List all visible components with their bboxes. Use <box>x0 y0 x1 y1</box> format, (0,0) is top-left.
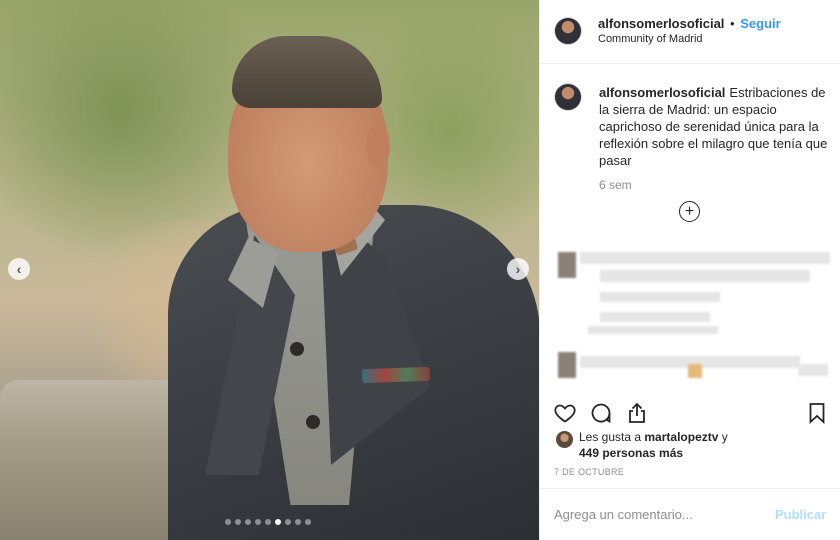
likes-prefix: Les gusta a <box>579 430 642 444</box>
chevron-left-icon[interactable]: ‹ <box>8 258 30 280</box>
carousel-dot <box>295 519 301 525</box>
obscured-comment <box>798 364 828 376</box>
likes-line: Les gusta a martalopeztv y <box>579 430 728 444</box>
carousel-dot <box>255 519 261 525</box>
header-user-line: alfonsomerlosoficial • Seguir <box>598 16 781 31</box>
action-bar <box>540 394 840 434</box>
instagram-post: ‹ › alfonsomerlosoficial • Seguir Commun… <box>0 0 840 540</box>
carousel-dot <box>265 519 271 525</box>
publish-button[interactable]: Publicar <box>775 507 826 522</box>
obscured-comment <box>600 312 710 322</box>
likes-suffix: y <box>721 430 728 444</box>
post-photo[interactable]: ‹ › <box>0 0 539 540</box>
username-link[interactable]: alfonsomerlosoficial <box>598 16 724 31</box>
person-ear <box>366 124 390 168</box>
carousel-dot <box>285 519 291 525</box>
obscured-comment <box>588 326 718 334</box>
share-icon[interactable] <box>624 400 650 426</box>
carousel-dot <box>245 519 251 525</box>
obscured-comment <box>580 252 830 264</box>
caption: alfonsomerlosoficial Estribaciones de la … <box>599 84 829 169</box>
post-side-panel: alfonsomerlosoficial • Seguir Community … <box>539 0 840 540</box>
comment-input[interactable] <box>554 507 754 522</box>
obscured-avatar <box>558 252 576 278</box>
post-header: alfonsomerlosoficial • Seguir Community … <box>540 0 840 64</box>
liker-username-link[interactable]: martalopeztv <box>644 430 718 444</box>
carousel-dot <box>305 519 311 525</box>
post-age[interactable]: 6 sem <box>599 178 632 192</box>
obscured-emoji <box>688 364 702 378</box>
sweater-button <box>290 342 304 356</box>
heart-icon[interactable] <box>552 400 578 426</box>
likes-count-link[interactable]: 449 personas más <box>579 446 683 460</box>
separator: • <box>730 16 735 31</box>
location-link[interactable]: Community of Madrid <box>598 33 703 45</box>
obscured-comment <box>600 292 720 302</box>
load-more-comments-icon[interactable]: + <box>679 201 700 222</box>
sweater-button <box>306 415 320 429</box>
follow-button[interactable]: Seguir <box>740 16 780 31</box>
avatar[interactable] <box>554 83 582 111</box>
carousel-dot <box>235 519 241 525</box>
comments-area: alfonsomerlosoficial Estribaciones de la … <box>540 64 840 394</box>
comment-form: Publicar <box>540 488 840 540</box>
carousel-dot <box>275 519 281 525</box>
pocket-square <box>361 366 431 384</box>
bookmark-icon[interactable] <box>804 400 830 426</box>
avatar[interactable] <box>554 17 582 45</box>
carousel-dot <box>225 519 231 525</box>
obscured-avatar <box>558 352 576 378</box>
post-date[interactable]: 7 DE OCTUBRE <box>554 467 624 477</box>
caption-username-link[interactable]: alfonsomerlosoficial <box>599 85 725 100</box>
carousel-indicator <box>225 519 311 525</box>
comment-icon[interactable] <box>588 400 614 426</box>
avatar[interactable] <box>556 431 573 448</box>
obscured-comment <box>600 270 810 282</box>
chevron-right-icon[interactable]: › <box>507 258 529 280</box>
